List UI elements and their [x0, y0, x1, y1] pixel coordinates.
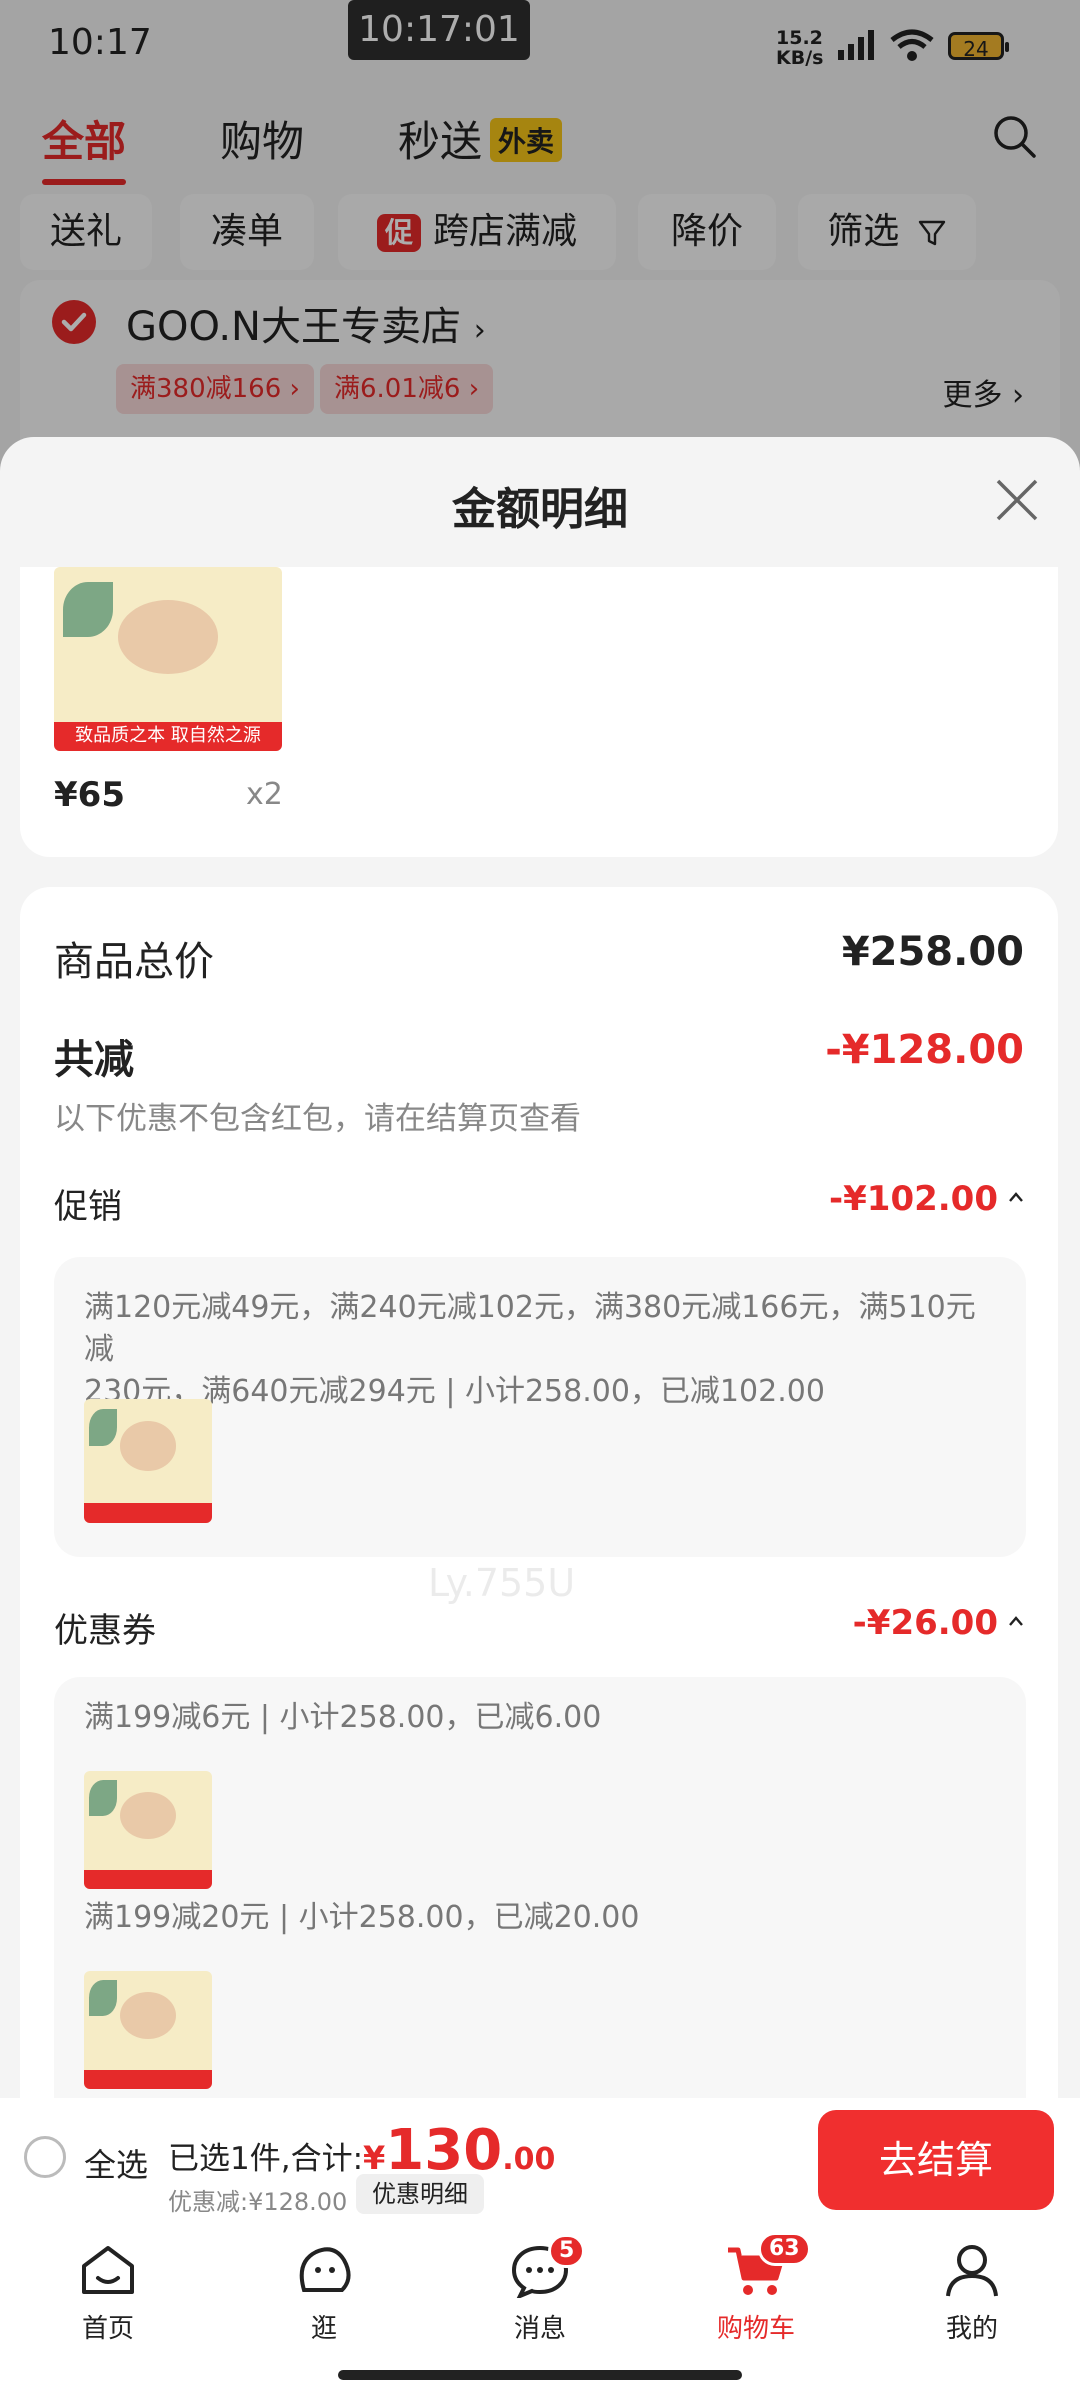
close-icon[interactable]	[994, 477, 1040, 523]
total-label: 商品总价	[54, 939, 214, 985]
reduce-note: 以下优惠不包含红包，请在结算页查看	[54, 1101, 581, 1137]
browse-icon	[299, 2247, 351, 2292]
coupon-label: 优惠券	[54, 1611, 156, 1651]
checkout-button[interactable]: 去结算	[818, 2110, 1054, 2210]
home-indicator[interactable]	[338, 2370, 742, 2380]
nav-home-label: 首页	[81, 2314, 134, 2344]
total-value: ¥258.00	[841, 929, 1024, 975]
coupon-product-image-1	[84, 1771, 212, 1889]
select-all-label[interactable]: 全选	[84, 2140, 148, 2186]
promo-product-image	[84, 1399, 212, 1523]
product-qty: x2	[246, 777, 283, 812]
promo-detail-box: 满120元减49元，满240元减102元，满380元减166元，满510元减 2…	[54, 1257, 1026, 1557]
chevron-up-icon[interactable]	[1008, 1189, 1024, 1205]
price-breakdown-card: 商品总价 ¥258.00 共减 -¥128.00 以下优惠不包含红包，请在结算页…	[20, 887, 1058, 2105]
nav-messages[interactable]: 消息 5	[470, 2234, 610, 2345]
checkout-bar: 全选 已选1件,合计:¥130.00 优惠减:¥128.00 优惠明细 去结算	[0, 2098, 1080, 2226]
profile-icon	[946, 2245, 998, 2297]
selected-prefix: 已选1件,合计:	[168, 2141, 364, 2177]
nav-home[interactable]: 首页	[38, 2242, 178, 2345]
coupon-item-1: 满199减6元 | 小计258.00，已减6.00	[84, 1700, 602, 1735]
reduce-value: -¥128.00	[825, 1027, 1024, 1073]
nav-cart[interactable]: 购物车 63	[686, 2232, 826, 2345]
select-all-radio[interactable]	[24, 2136, 66, 2178]
coupon-item-2: 满199减20元 | 小计258.00，已减20.00	[84, 1900, 640, 1935]
coupon-product-image-2	[84, 1971, 212, 2089]
chevron-up-icon[interactable]	[1008, 1613, 1024, 1629]
discount-summary: 优惠减:¥128.00	[168, 2188, 348, 2216]
promo-detail-line-1: 满120元减49元，满240元减102元，满380元减166元，满510元减	[84, 1290, 976, 1367]
home-icon	[82, 2246, 134, 2294]
cart-badge: 63	[758, 2232, 811, 2266]
coupon-value[interactable]: -¥26.00	[853, 1603, 998, 1643]
currency-symbol: ¥	[363, 2139, 386, 2177]
message-badge: 5	[548, 2234, 586, 2268]
product-image[interactable]: 致品质之本 取自然之源	[54, 567, 282, 751]
total-decimal: .00	[502, 2142, 556, 2177]
coupon-detail-box: 满199减6元 | 小计258.00，已减6.00 满199减20元 | 小计2…	[54, 1677, 1026, 2105]
nav-browse[interactable]: 逛	[254, 2242, 394, 2345]
promo-label: 促销	[54, 1187, 122, 1227]
reduce-label: 共减	[54, 1037, 134, 1083]
product-price: ¥65	[54, 775, 125, 815]
product-banner-text: 致品质之本 取自然之源	[54, 721, 282, 751]
amount-detail-sheet: 金额明细 致品质之本 取自然之源 ¥65 x2 商品总价 ¥258.00 共减 …	[0, 437, 1080, 2105]
promo-detail-line-2: 230元，满640元减294元 | 小计258.00，已减102.00	[84, 1374, 825, 1409]
promo-value[interactable]: -¥102.00	[829, 1179, 998, 1219]
discount-detail-button[interactable]: 优惠明细	[356, 2174, 484, 2214]
nav-profile-label: 我的	[945, 2314, 998, 2344]
sheet-title: 金额明细	[452, 484, 628, 535]
nav-cart-label: 购物车	[716, 2314, 795, 2344]
nav-browse-label: 逛	[310, 2314, 337, 2344]
nav-profile[interactable]: 我的	[902, 2242, 1042, 2345]
watermark: Ly.755U	[428, 1561, 576, 1605]
product-card: 致品质之本 取自然之源 ¥65 x2	[20, 567, 1058, 857]
nav-messages-label: 消息	[513, 2314, 566, 2344]
